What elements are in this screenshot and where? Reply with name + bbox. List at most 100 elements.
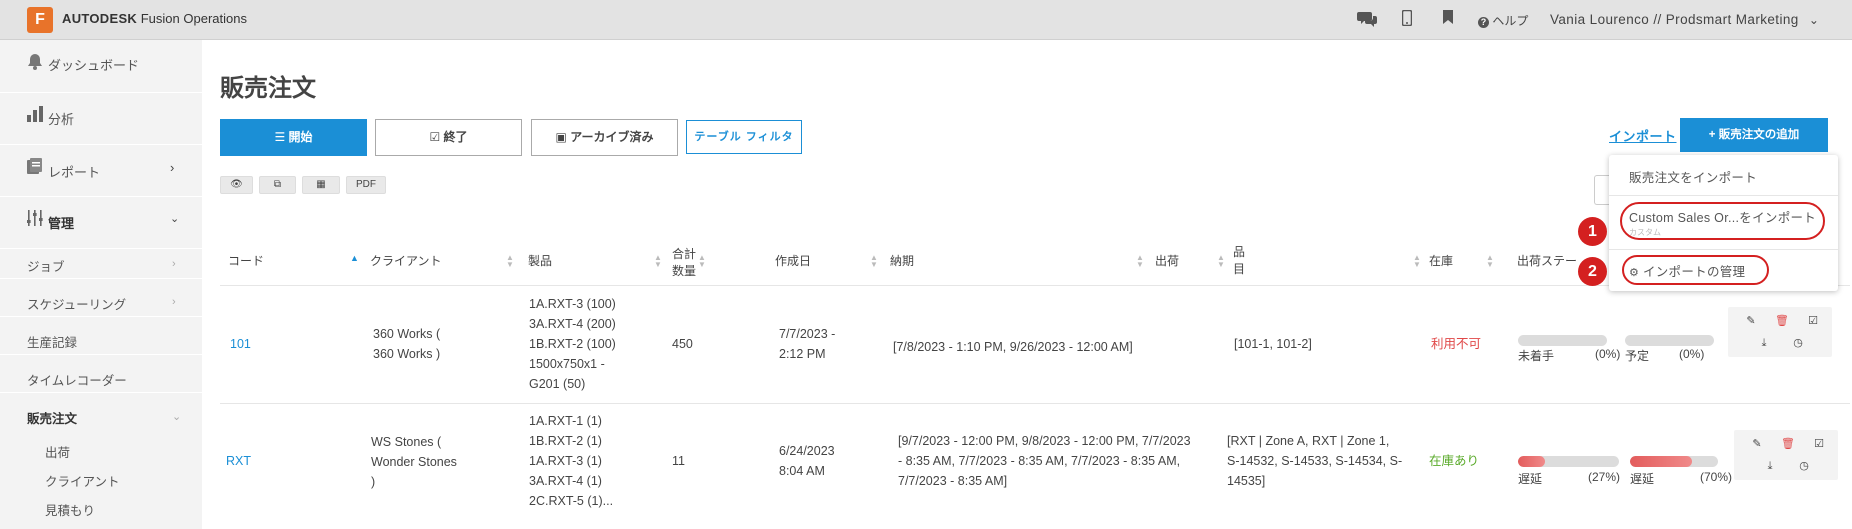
check-square-icon: ☑ bbox=[429, 130, 441, 144]
column-header-products[interactable]: 製品 bbox=[528, 252, 552, 269]
mobile-icon[interactable] bbox=[1396, 9, 1418, 30]
column-header-ship-status[interactable]: 出荷ステー bbox=[1517, 252, 1577, 269]
created-text: 7/7/2023 - bbox=[779, 327, 836, 341]
column-header-total-qty[interactable]: 合計 数量 bbox=[672, 245, 696, 279]
import-link[interactable]: インポート bbox=[1609, 126, 1677, 145]
sort-icon[interactable]: ▲ ▼ bbox=[1413, 254, 1421, 269]
check-icon[interactable]: ☑ bbox=[1810, 436, 1828, 452]
sliders-icon bbox=[27, 210, 43, 231]
sort-icon[interactable]: ▲ ▼ bbox=[506, 254, 514, 269]
stock-status: 利用不可 bbox=[1431, 337, 1482, 351]
table-filter-button[interactable]: テーブル フィルタ bbox=[686, 120, 802, 154]
brand-rest: Fusion Operations bbox=[137, 11, 247, 26]
sidebar-item-dashboard[interactable]: ダッシュボード bbox=[0, 53, 202, 77]
tab-open[interactable]: ☰ 開始 bbox=[220, 119, 367, 156]
sort-icon[interactable]: ▲ ▼ bbox=[1136, 254, 1144, 269]
column-header-shipping[interactable]: 出荷 bbox=[1155, 252, 1179, 269]
sidebar-item-analytics[interactable]: 分析 bbox=[0, 106, 202, 130]
sort-icon[interactable]: ▲ ▼ bbox=[1217, 254, 1225, 269]
download-icon[interactable]: ⤓ bbox=[1761, 458, 1779, 474]
step-badge-2: 2 bbox=[1578, 257, 1607, 286]
divider bbox=[1609, 249, 1838, 250]
product-line: 1B.RXT-2 (100) bbox=[529, 337, 616, 351]
column-header-items[interactable]: 品目 bbox=[1233, 243, 1245, 277]
sidebar-label-jobs: ジョブ bbox=[27, 260, 65, 274]
sort-icon[interactable]: ▲ ▼ bbox=[698, 254, 706, 269]
delivery-line: 7/7/2023 - 8:35 AM] bbox=[898, 474, 1008, 488]
table-cell-code[interactable]: RXT bbox=[226, 451, 251, 471]
table-cell-delivery: [7/8/2023 - 1:10 PM, 9/26/2023 - 12:00 A… bbox=[893, 340, 1133, 354]
client-text: Wonder Stones bbox=[371, 455, 457, 469]
sidebar-label-quotes: 見積もり bbox=[45, 504, 96, 518]
order-link[interactable]: 101 bbox=[230, 337, 251, 351]
sort-asc-icon[interactable]: ▲ bbox=[350, 254, 359, 263]
column-header-created[interactable]: 作成日 bbox=[775, 252, 811, 269]
delete-icon[interactable]: 🗑 bbox=[1779, 436, 1797, 452]
delete-icon[interactable]: 🗑 bbox=[1773, 313, 1791, 329]
product-line: 1A.RXT-1 (1) bbox=[529, 414, 602, 428]
sidebar-label-time-recorder: タイムレコーダー bbox=[27, 374, 127, 388]
copy-icon[interactable]: ⧉ bbox=[259, 176, 296, 194]
column-header-code[interactable]: コード bbox=[228, 252, 264, 269]
chevron-right-icon: › bbox=[172, 258, 176, 270]
user-menu[interactable]: Vania Lourenco // Prodsmart Marketing ⌄ bbox=[1550, 12, 1819, 27]
fusion-logo[interactable]: F bbox=[27, 7, 53, 33]
chat-icon[interactable] bbox=[1356, 10, 1378, 30]
product-line: 2C.RXT-5 (1)... bbox=[529, 494, 614, 508]
clock-icon[interactable]: ◷ bbox=[1789, 335, 1807, 351]
chevron-down-icon: ⌄ bbox=[1808, 13, 1820, 27]
edit-icon[interactable]: ✎ bbox=[1748, 436, 1766, 452]
add-sales-order-button[interactable]: + 販売注文の追加 bbox=[1680, 118, 1828, 152]
chevron-right-icon: › bbox=[170, 160, 175, 175]
table-icon[interactable]: ▦ bbox=[302, 176, 340, 194]
sidebar-item-production-records[interactable]: 生産記録 bbox=[27, 332, 77, 351]
column-header-client[interactable]: クライアント bbox=[370, 252, 442, 269]
menu-item-import-sales-orders[interactable]: 販売注文をインポート bbox=[1629, 167, 1757, 186]
sidebar-label-reports: レポート bbox=[48, 165, 101, 180]
tab-archived[interactable]: ▣ アーカイブ済み bbox=[531, 119, 678, 156]
sidebar-label-manage: 管理 bbox=[48, 216, 75, 231]
sidebar-label-shipping: 出荷 bbox=[45, 446, 71, 460]
sidebar-item-time-recorder[interactable]: タイムレコーダー bbox=[27, 370, 127, 389]
clock-icon[interactable]: ◷ bbox=[1795, 458, 1813, 474]
help-link[interactable]: ? ヘルプ bbox=[1478, 12, 1528, 29]
brand-bold: AUTODESK bbox=[62, 11, 138, 26]
edit-icon[interactable]: ✎ bbox=[1742, 313, 1760, 329]
product-line: 1A.RXT-3 (1) bbox=[529, 454, 602, 468]
header-text: 目 bbox=[1233, 262, 1246, 276]
question-icon: ? bbox=[1478, 17, 1489, 28]
sidebar-item-quotes[interactable]: 見積もり bbox=[45, 500, 95, 519]
bookmark-icon[interactable] bbox=[1437, 10, 1459, 30]
divider bbox=[220, 403, 1850, 404]
eye-icon[interactable]: 👁 bbox=[220, 176, 253, 194]
bar-chart-icon bbox=[27, 106, 43, 127]
table-cell-code[interactable]: 101 bbox=[230, 334, 251, 354]
tab-closed[interactable]: ☑ 終了 bbox=[375, 119, 522, 156]
sidebar-item-manage[interactable]: 管理 ⌄ bbox=[0, 210, 202, 234]
header-text: 数量 bbox=[672, 264, 697, 278]
tab-closed-label: 終了 bbox=[443, 130, 468, 144]
sidebar-item-reports[interactable]: レポート › bbox=[0, 158, 202, 182]
sidebar: ダッシュボード 分析 レポート › 管理 ⌄ ジョブ › スケジューリング › … bbox=[0, 40, 202, 529]
sidebar-item-scheduling[interactable]: スケジューリング bbox=[27, 294, 126, 313]
order-link[interactable]: RXT bbox=[226, 454, 251, 468]
divider bbox=[0, 92, 202, 93]
download-icon[interactable]: ⤓ bbox=[1755, 335, 1773, 351]
sidebar-item-jobs[interactable]: ジョブ bbox=[27, 256, 65, 275]
progress-percent: (0%) bbox=[1679, 347, 1705, 361]
table-cell-created: 7/7/2023 - 2:12 PM bbox=[779, 324, 835, 364]
column-header-stock[interactable]: 在庫 bbox=[1429, 252, 1453, 269]
delivery-line: [9/7/2023 - 12:00 PM, 9/8/2023 - 12:00 P… bbox=[898, 434, 1191, 448]
sort-icon[interactable]: ▲ ▼ bbox=[654, 254, 662, 269]
table-cell-created: 6/24/2023 8:04 AM bbox=[779, 441, 835, 481]
sidebar-item-shipping[interactable]: 出荷 bbox=[45, 442, 70, 461]
divider bbox=[0, 316, 202, 317]
check-icon[interactable]: ☑ bbox=[1804, 313, 1822, 329]
pdf-button[interactable]: PDF bbox=[346, 176, 386, 194]
sidebar-item-sales-orders[interactable]: 販売注文 bbox=[27, 408, 77, 427]
sort-icon[interactable]: ▲ ▼ bbox=[870, 254, 878, 269]
sort-icon[interactable]: ▲ ▼ bbox=[1486, 254, 1494, 269]
chevron-down-icon: ⌄ bbox=[170, 213, 180, 225]
column-header-delivery[interactable]: 納期 bbox=[890, 252, 914, 269]
sidebar-item-clients[interactable]: クライアント bbox=[45, 471, 120, 490]
